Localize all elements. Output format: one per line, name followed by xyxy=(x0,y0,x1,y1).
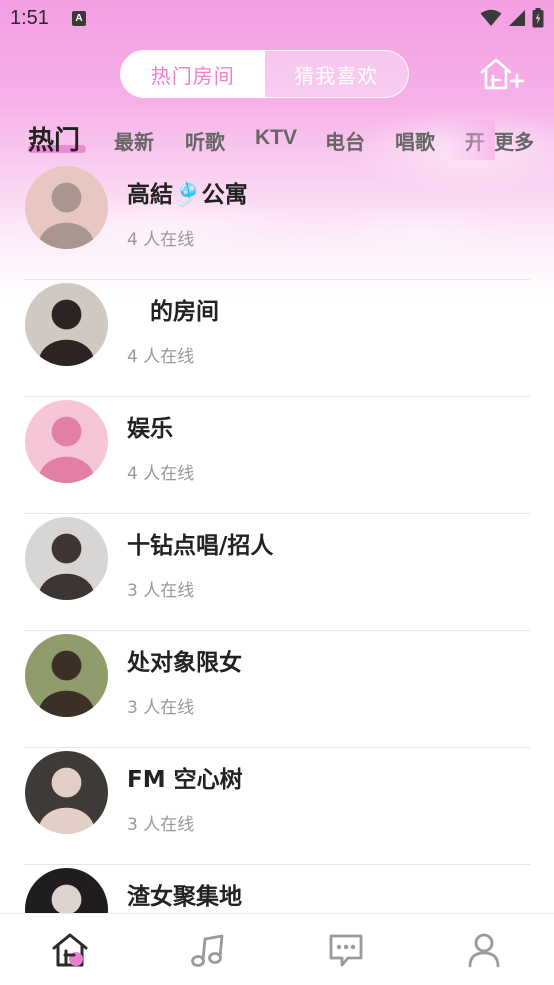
profile-icon[interactable] xyxy=(464,930,504,970)
status-indicators xyxy=(480,8,544,28)
status-time: 1:51 xyxy=(10,7,49,29)
room-type-toggle: 热门房间 猜我喜欢 xyxy=(120,50,409,98)
battery-icon xyxy=(532,8,544,28)
room-list: 高結🎐公寓 4 人在线 的房间 4 人在线 娱乐 4 人在线 十钻点唱/招人 3… xyxy=(0,163,554,982)
tab-sing[interactable]: 唱歌 xyxy=(395,126,435,155)
room-item[interactable]: FM 空心树 3 人在线 xyxy=(0,748,554,865)
room-name: 的房间 xyxy=(127,299,219,325)
room-avatar xyxy=(25,634,108,717)
notification-app-icon: A xyxy=(72,11,86,26)
room-item[interactable]: 处对象限女 3 人在线 xyxy=(0,631,554,748)
room-online-count: 4 人在线 xyxy=(127,230,195,250)
room-avatar xyxy=(25,283,108,366)
segment-recommended[interactable]: 猜我喜欢 xyxy=(265,51,409,97)
tabs-fade-overlay xyxy=(445,120,495,160)
segment-hot-rooms[interactable]: 热门房间 xyxy=(121,51,265,97)
room-online-count: 3 人在线 xyxy=(127,581,195,601)
bottom-navigation xyxy=(0,913,554,985)
wifi-icon xyxy=(480,9,502,26)
room-name: 十钻点唱/招人 xyxy=(127,533,274,559)
room-online-count: 4 人在线 xyxy=(127,347,195,367)
signal-icon xyxy=(509,10,525,26)
room-name: 渣女聚集地 xyxy=(127,884,242,910)
room-online-count: 4 人在线 xyxy=(127,464,195,484)
status-bar: 1:51 A xyxy=(0,0,554,38)
message-icon[interactable] xyxy=(326,930,366,970)
home-icon[interactable] xyxy=(50,930,90,970)
room-name: 处对象限女 xyxy=(127,650,242,676)
tab-latest[interactable]: 最新 xyxy=(114,126,154,155)
room-name: 高結🎐公寓 xyxy=(127,182,248,208)
tab-more-button[interactable]: 更多 xyxy=(494,126,534,155)
room-online-count: 3 人在线 xyxy=(127,815,195,835)
room-item[interactable]: 的房间 4 人在线 xyxy=(0,280,554,397)
tab-listen[interactable]: 听歌 xyxy=(185,126,225,155)
room-item[interactable]: 娱乐 4 人在线 xyxy=(0,397,554,514)
tab-hot[interactable]: 热门 xyxy=(28,120,80,157)
room-name: 娱乐 xyxy=(127,416,173,442)
home-plus-icon[interactable] xyxy=(478,56,526,92)
room-avatar xyxy=(25,751,108,834)
music-icon[interactable] xyxy=(188,930,228,970)
room-avatar xyxy=(25,517,108,600)
room-item[interactable]: 十钻点唱/招人 3 人在线 xyxy=(0,514,554,631)
room-online-count: 3 人在线 xyxy=(127,698,195,718)
room-avatar xyxy=(25,400,108,483)
room-item[interactable]: 高結🎐公寓 4 人在线 xyxy=(0,163,554,280)
room-avatar xyxy=(25,166,108,249)
tab-ktv[interactable]: KTV xyxy=(255,126,297,150)
room-name: FM 空心树 xyxy=(127,767,243,793)
tab-radio[interactable]: 电台 xyxy=(325,126,365,155)
